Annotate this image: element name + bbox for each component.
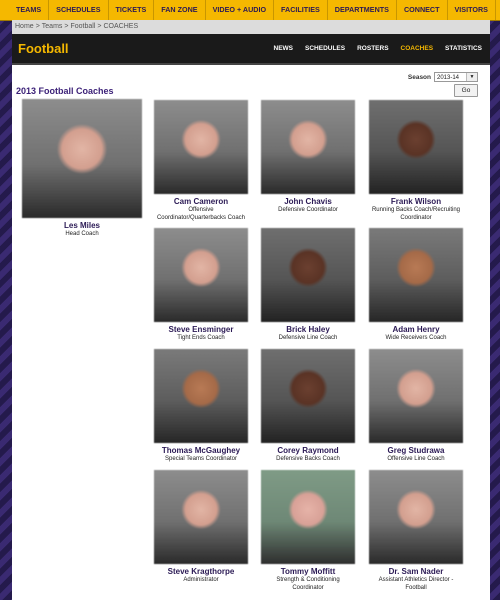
- coach-photo[interactable]: [154, 349, 248, 443]
- topnav-item-visitors[interactable]: VISITORS: [448, 0, 496, 20]
- coach-name[interactable]: Corey Raymond: [261, 446, 355, 455]
- coach-card[interactable]: Frank Wilson Running Backs Coach/Recruiti…: [369, 100, 463, 226]
- topnav-item-pa[interactable]: PA: [496, 0, 500, 20]
- coach-photo[interactable]: [261, 228, 355, 322]
- coach-photo[interactable]: [369, 470, 463, 564]
- breadcrumb-separator: >: [35, 23, 40, 30]
- coach-name[interactable]: Frank Wilson: [369, 197, 463, 206]
- coach-name[interactable]: Brick Haley: [261, 325, 355, 334]
- topnav-item-teams[interactable]: TEAMS: [0, 0, 50, 20]
- coach-role: Offensive Line Coach: [387, 456, 445, 462]
- coach-card[interactable]: Steve Kragthorpe Administrator: [154, 470, 248, 596]
- coach-role: Special Teams Coordinator: [165, 456, 237, 462]
- sport-title: Football: [18, 41, 69, 56]
- coach-role: Defensive Coordinator: [278, 207, 338, 213]
- coach-role: Wide Receivers Coach: [385, 335, 447, 341]
- coach-photo[interactable]: [369, 349, 463, 443]
- coach-role: Defensive Backs Coach: [276, 456, 340, 462]
- coach-name[interactable]: Greg Studrawa: [369, 446, 463, 455]
- coach-role: Head Coach: [65, 231, 99, 237]
- breadcrumb-item[interactable]: Teams: [42, 23, 63, 30]
- breadcrumb-item[interactable]: Home: [15, 23, 34, 30]
- coach-name[interactable]: Steve Ensminger: [154, 325, 248, 334]
- topnav-item-fan-zone[interactable]: FAN ZONE: [154, 0, 206, 20]
- tab-rosters[interactable]: ROSTERS: [351, 45, 394, 52]
- coach-photo[interactable]: [154, 228, 248, 322]
- coach-photo[interactable]: [154, 100, 248, 194]
- tab-statistics[interactable]: STATISTICS: [439, 45, 488, 52]
- season-selector: Season 2013-14 ▼: [408, 72, 478, 82]
- coach-photo[interactable]: [369, 100, 463, 194]
- page-title: 2013 Football Coaches: [16, 86, 114, 96]
- chevron-down-icon: ▼: [466, 73, 477, 81]
- breadcrumb-separator: >: [64, 23, 69, 30]
- right-background-stripe: [490, 0, 500, 600]
- coach-role: Offensive Coordinator/Quarterbacks Coach: [156, 207, 246, 221]
- coach-card[interactable]: Steve Ensminger Tight Ends Coach: [154, 228, 248, 354]
- coach-photo[interactable]: [261, 349, 355, 443]
- coach-name[interactable]: Dr. Sam Nader: [369, 567, 463, 576]
- breadcrumb-item[interactable]: Football: [71, 23, 96, 30]
- coach-photo[interactable]: [369, 228, 463, 322]
- season-dropdown[interactable]: 2013-14 ▼: [434, 72, 478, 82]
- coach-card[interactable]: Dr. Sam Nader Assistant Athletics Directo…: [369, 470, 463, 596]
- coach-card[interactable]: Brick Haley Defensive Line Coach: [261, 228, 355, 354]
- topnav-item-tickets[interactable]: TICKETS: [109, 0, 155, 20]
- coach-role: Tight Ends Coach: [177, 335, 225, 341]
- breadcrumb: Home > Teams > Football > COACHES: [12, 20, 490, 34]
- coach-card[interactable]: Cam Cameron Offensive Coordinator/Quarter…: [154, 100, 248, 226]
- go-button[interactable]: Go: [454, 84, 478, 97]
- coach-card[interactable]: Greg Studrawa Offensive Line Coach: [369, 349, 463, 475]
- coach-photo[interactable]: [22, 99, 142, 218]
- sport-header-bar: Football NEWS SCHEDULES ROSTERS COACHES STAT…: [12, 34, 490, 65]
- coach-name[interactable]: Tommy Moffitt: [261, 567, 355, 576]
- coach-card[interactable]: Corey Raymond Defensive Backs Coach: [261, 349, 355, 475]
- season-label: Season: [407, 73, 431, 81]
- coach-name[interactable]: Les Miles: [22, 221, 142, 230]
- sport-subnav: NEWS SCHEDULES ROSTERS COACHES STATISTICS: [268, 34, 488, 63]
- tab-news[interactable]: NEWS: [268, 45, 300, 52]
- coach-card[interactable]: Adam Henry Wide Receivers Coach: [369, 228, 463, 354]
- coach-role: Defensive Line Coach: [278, 335, 338, 341]
- coach-role: Administrator: [183, 577, 219, 583]
- tab-schedules[interactable]: SCHEDULES: [299, 45, 351, 52]
- coach-photo[interactable]: [261, 100, 355, 194]
- coach-photo[interactable]: [261, 470, 355, 564]
- left-background-stripe: [0, 0, 12, 600]
- coach-name[interactable]: Cam Cameron: [154, 197, 248, 206]
- topnav-item-video-audio[interactable]: VIDEO + AUDIO: [206, 0, 275, 20]
- topnav-item-connect[interactable]: CONNECT: [397, 0, 448, 20]
- topnav-item-facilities[interactable]: FACILITIES: [274, 0, 328, 20]
- coach-name[interactable]: Adam Henry: [369, 325, 463, 334]
- coach-card[interactable]: Tommy Moffitt Strength & Conditioning Coo…: [261, 470, 355, 596]
- coach-photo[interactable]: [154, 470, 248, 564]
- tab-coaches[interactable]: COACHES: [395, 45, 440, 52]
- season-value: 2013-14: [437, 75, 460, 81]
- coach-name[interactable]: Steve Kragthorpe: [154, 567, 248, 576]
- coach-card[interactable]: Thomas McGaughey Special Teams Coordinato…: [154, 349, 248, 475]
- main-content: Home > Teams > Football > COACHES Football NEW…: [12, 20, 490, 600]
- coach-role: Strength & Conditioning Coordinator: [276, 577, 340, 591]
- coach-name[interactable]: Thomas McGaughey: [154, 446, 248, 455]
- breadcrumb-separator: >: [97, 23, 102, 30]
- coach-card[interactable]: Les Miles Head Coach: [22, 99, 142, 250]
- coach-name[interactable]: John Chavis: [261, 197, 355, 206]
- coach-role: Assistant Athletics Director - Football: [378, 577, 454, 591]
- breadcrumb-item: COACHES: [103, 23, 139, 30]
- coach-card[interactable]: John Chavis Defensive Coordinator: [261, 100, 355, 226]
- topnav-item-schedules[interactable]: SCHEDULES: [49, 0, 109, 20]
- topnav-item-departments[interactable]: DEPARTMENTS: [328, 0, 397, 20]
- top-navigation: TEAMS SCHEDULES TICKETS FAN ZONE VIDEO + AUD…: [0, 0, 500, 21]
- coach-role: Running Backs Coach/Recruiting Coordinat…: [371, 207, 461, 221]
